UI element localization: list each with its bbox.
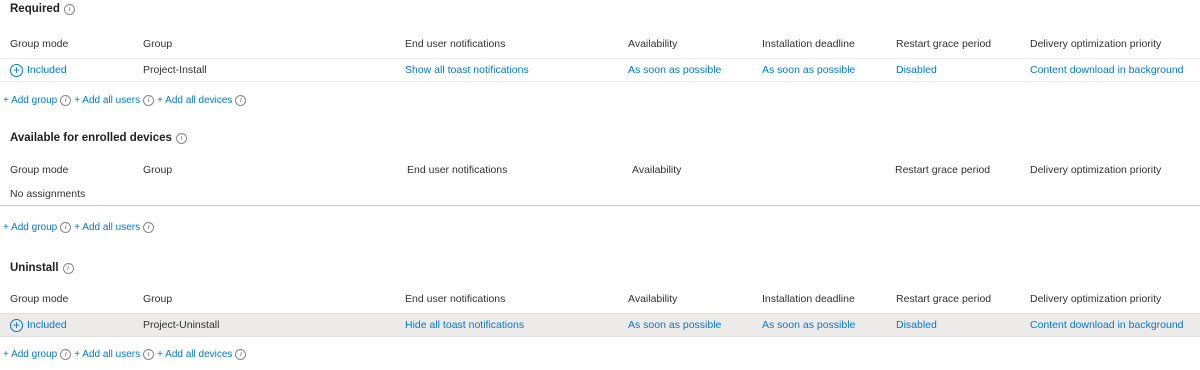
- add-all-devices-link[interactable]: + Add all devices: [157, 95, 232, 106]
- info-icon[interactable]: i: [235, 349, 247, 360]
- add-all-users-link[interactable]: + Add all users: [74, 349, 140, 360]
- column-header-delivery-optimization-priority[interactable]: Delivery optimization priority: [1030, 288, 1161, 310]
- info-icon[interactable]: i: [143, 349, 155, 360]
- column-header-end-user-notifications[interactable]: End user notifications: [407, 159, 507, 181]
- column-header-group[interactable]: Group: [143, 159, 172, 181]
- info-icon[interactable]: i: [63, 3, 75, 15]
- delivery-optimization-priority-link[interactable]: Content download in background: [1030, 59, 1184, 81]
- restart-grace-period-link[interactable]: Disabled: [896, 314, 937, 336]
- required-header-row: Group mode Group End user notifications …: [0, 33, 1200, 55]
- delivery-optimization-priority-link[interactable]: Content download in background: [1030, 314, 1184, 336]
- column-header-group-mode[interactable]: Group mode: [10, 33, 68, 55]
- column-header-availability[interactable]: Availability: [632, 159, 681, 181]
- group-mode-label: Included: [27, 319, 67, 331]
- column-header-restart-grace-period[interactable]: Restart grace period: [896, 288, 991, 310]
- info-icon[interactable]: i: [175, 132, 187, 144]
- group-name: Project-Install: [143, 64, 207, 76]
- info-icon[interactable]: i: [60, 349, 72, 360]
- column-header-end-user-notifications[interactable]: End user notifications: [405, 33, 505, 55]
- required-title-text: Required: [10, 3, 60, 15]
- info-icon[interactable]: i: [235, 95, 247, 106]
- add-group-link[interactable]: + Add group: [3, 95, 57, 106]
- column-header-delivery-optimization-priority[interactable]: Delivery optimization priority: [1030, 159, 1161, 181]
- column-header-installation-deadline[interactable]: Installation deadline: [762, 288, 855, 310]
- uninstall-header-row: Group mode Group End user notifications …: [0, 288, 1200, 310]
- column-header-availability[interactable]: Availability: [628, 33, 677, 55]
- available-empty-row: No assignments: [0, 183, 1200, 206]
- available-header-row: Group mode Group End user notifications …: [0, 159, 1200, 181]
- column-header-restart-grace-period[interactable]: Restart grace period: [896, 33, 991, 55]
- group-mode-included-link[interactable]: + Included: [10, 314, 67, 336]
- no-assignments-text: No assignments: [10, 188, 86, 200]
- info-icon[interactable]: i: [60, 222, 72, 233]
- group-name: Project-Uninstall: [143, 319, 220, 331]
- end-user-notifications-link[interactable]: Show all toast notifications: [405, 59, 529, 81]
- uninstall-add-actions: + Add group i + Add all users i + Add al…: [3, 349, 247, 360]
- column-header-restart-grace-period[interactable]: Restart grace period: [895, 159, 990, 181]
- column-header-group-mode[interactable]: Group mode: [10, 288, 68, 310]
- info-icon[interactable]: i: [143, 222, 155, 233]
- installation-deadline-link[interactable]: As soon as possible: [762, 314, 855, 336]
- plus-circle-icon: +: [10, 63, 23, 77]
- restart-grace-period-link[interactable]: Disabled: [896, 59, 937, 81]
- column-header-group[interactable]: Group: [143, 33, 172, 55]
- column-header-availability[interactable]: Availability: [628, 288, 677, 310]
- add-group-link[interactable]: + Add group: [3, 222, 57, 233]
- column-header-group-mode[interactable]: Group mode: [10, 159, 68, 181]
- add-all-devices-link[interactable]: + Add all devices: [157, 349, 232, 360]
- add-all-users-link[interactable]: + Add all users: [74, 222, 140, 233]
- end-user-notifications-link[interactable]: Hide all toast notifications: [405, 314, 524, 336]
- availability-link[interactable]: As soon as possible: [628, 314, 721, 336]
- required-add-actions: + Add group i + Add all users i + Add al…: [3, 95, 247, 106]
- add-all-users-link[interactable]: + Add all users: [74, 95, 140, 106]
- uninstall-section-title: Uninstall i: [10, 262, 74, 274]
- uninstall-table-row[interactable]: + Included Project-Uninstall Hide all to…: [0, 313, 1200, 337]
- add-group-link[interactable]: + Add group: [3, 349, 57, 360]
- info-icon[interactable]: i: [60, 95, 72, 106]
- group-mode-label: Included: [27, 64, 67, 76]
- info-icon[interactable]: i: [62, 262, 74, 274]
- installation-deadline-link[interactable]: As soon as possible: [762, 59, 855, 81]
- column-header-end-user-notifications[interactable]: End user notifications: [405, 288, 505, 310]
- column-header-installation-deadline[interactable]: Installation deadline: [762, 33, 855, 55]
- info-icon[interactable]: i: [143, 95, 155, 106]
- available-add-actions: + Add group i + Add all users i: [3, 222, 155, 233]
- available-title-text: Available for enrolled devices: [10, 132, 172, 144]
- uninstall-title-text: Uninstall: [10, 262, 59, 274]
- column-header-group[interactable]: Group: [143, 288, 172, 310]
- column-header-delivery-optimization-priority[interactable]: Delivery optimization priority: [1030, 33, 1161, 55]
- required-table-row[interactable]: + Included Project-Install Show all toas…: [0, 58, 1200, 82]
- required-section-title: Required i: [10, 3, 75, 15]
- availability-link[interactable]: As soon as possible: [628, 59, 721, 81]
- plus-circle-icon: +: [10, 318, 23, 332]
- available-section-title: Available for enrolled devices i: [10, 132, 187, 144]
- group-mode-included-link[interactable]: + Included: [10, 59, 67, 81]
